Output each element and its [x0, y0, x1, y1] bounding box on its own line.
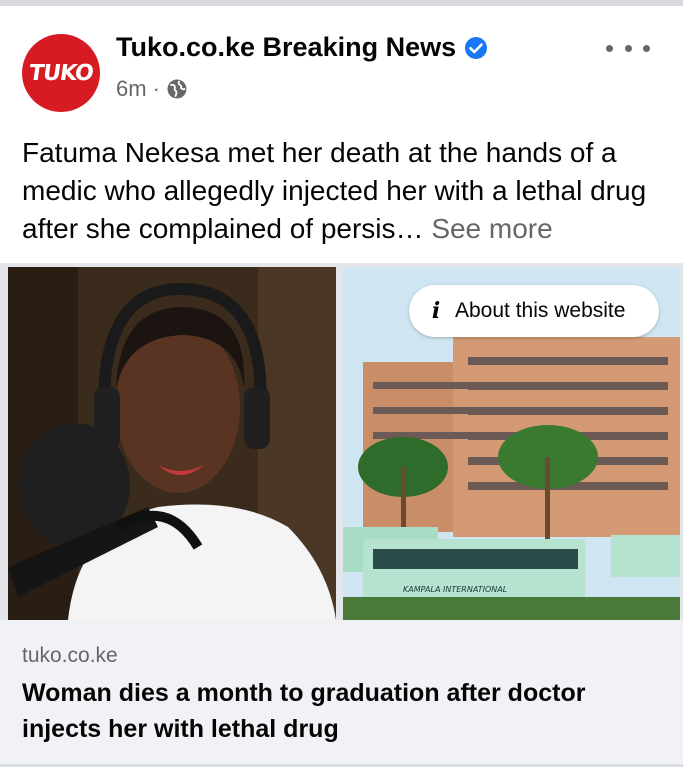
- globe-icon: [166, 78, 188, 100]
- link-title[interactable]: Woman dies a month to graduation after d…: [22, 675, 662, 747]
- link-preview-card[interactable]: tuko.co.ke Woman dies a month to graduat…: [0, 620, 683, 767]
- more-dot: [606, 44, 613, 52]
- post-timestamp[interactable]: 6m: [116, 76, 147, 102]
- meta-separator: ·: [152, 76, 160, 101]
- about-this-website-label: About this website: [455, 299, 626, 322]
- see-more-link[interactable]: See more: [431, 213, 552, 244]
- link-domain: tuko.co.ke: [22, 644, 118, 667]
- about-this-website-button[interactable]: i About this website: [409, 285, 659, 337]
- verified-badge-icon: [464, 36, 488, 60]
- bus-sign-text: KAMPALA INTERNATIONAL: [403, 585, 507, 594]
- post-body: Fatuma Nekesa met her death at the hands…: [22, 134, 667, 248]
- post-meta: 6m ·: [116, 76, 188, 102]
- avatar-logo-text: TUKO: [27, 60, 95, 86]
- page-name-link[interactable]: Tuko.co.ke Breaking News: [116, 32, 456, 63]
- more-options-button[interactable]: [606, 34, 650, 62]
- more-dot: [624, 44, 632, 52]
- info-icon: i: [431, 298, 441, 324]
- page-avatar[interactable]: TUKO: [22, 34, 100, 112]
- post-header: TUKO Tuko.co.ke Breaking News 6m ·: [0, 6, 683, 116]
- more-dot: [643, 44, 650, 52]
- page-name-row: Tuko.co.ke Breaking News: [116, 32, 488, 63]
- woman-photo[interactable]: [8, 267, 336, 620]
